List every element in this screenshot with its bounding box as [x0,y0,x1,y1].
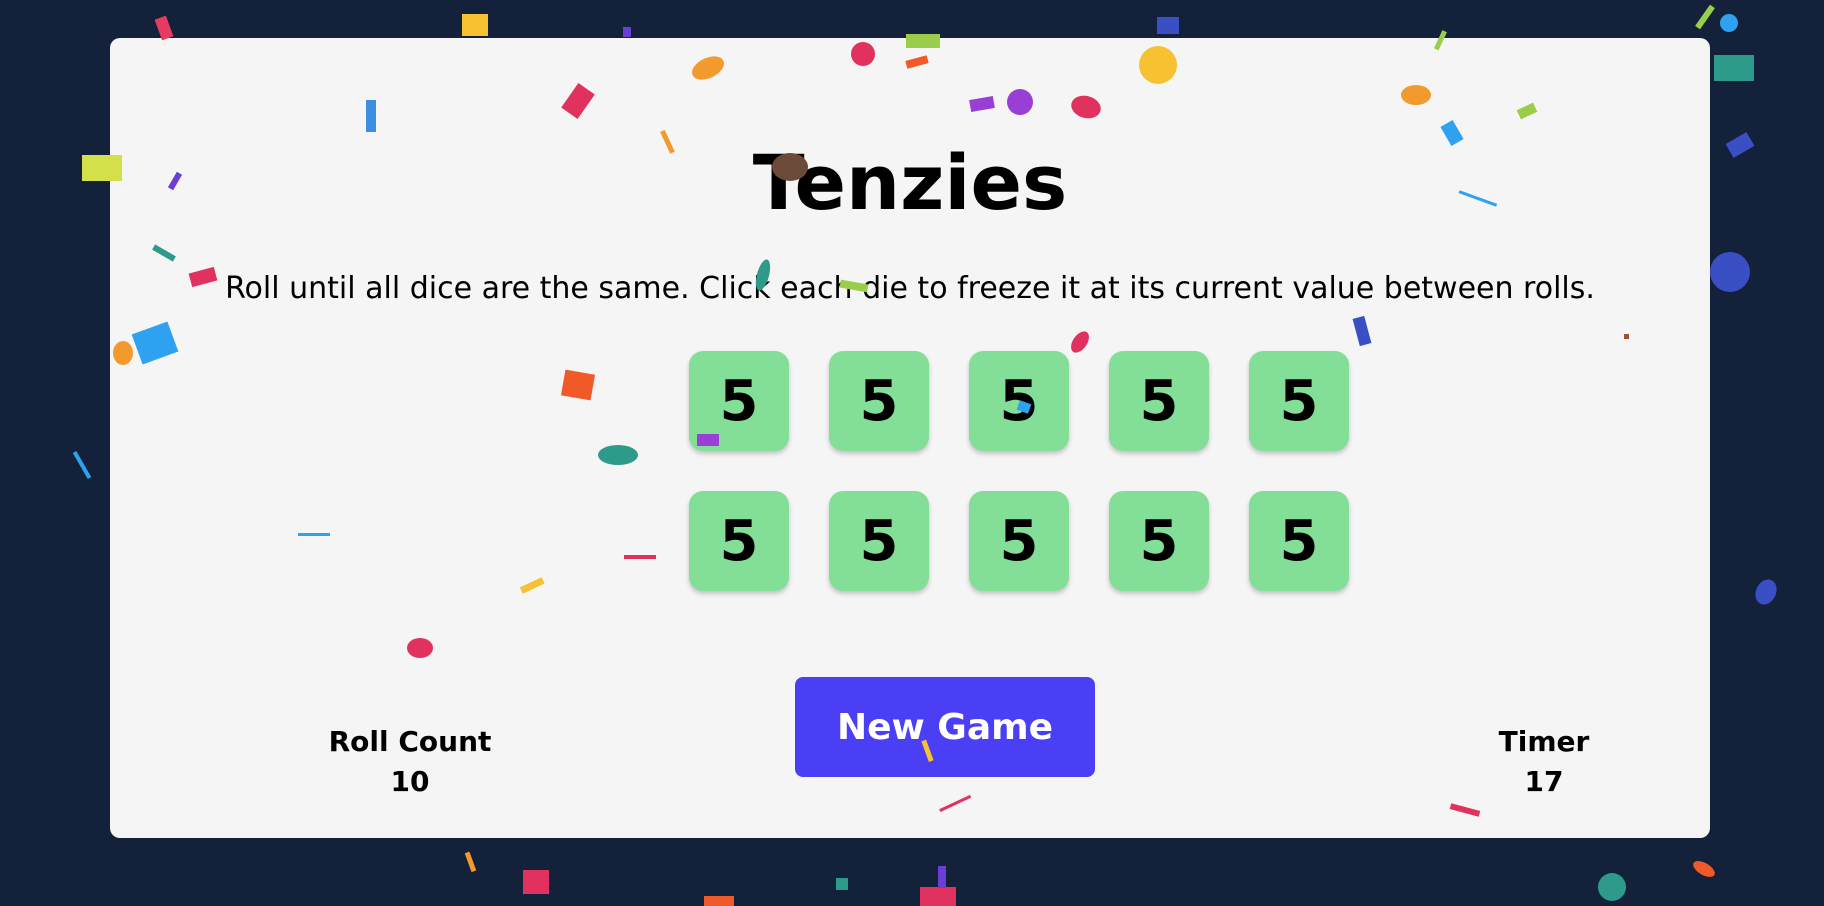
die[interactable]: 5 [1249,491,1349,591]
confetti-piece [704,896,734,906]
die[interactable]: 5 [1109,491,1209,591]
confetti-piece [1755,579,1777,605]
timer-value: 17 [1524,765,1564,798]
die[interactable]: 5 [689,351,789,451]
game-title: Tenzies [752,138,1068,227]
roll-count-label: Roll Count [328,725,492,758]
die[interactable]: 5 [1109,351,1209,451]
confetti-piece [938,866,946,888]
die[interactable]: 5 [1249,351,1349,451]
game-panel: Tenzies Roll until all dice are the same… [110,38,1710,838]
die[interactable]: 5 [969,351,1069,451]
confetti-piece [1693,861,1715,877]
die[interactable]: 5 [829,351,929,451]
die[interactable]: 5 [829,491,929,591]
confetti-piece [464,851,477,873]
confetti-piece [462,14,488,36]
die[interactable]: 5 [969,491,1069,591]
confetti-piece [1725,132,1755,158]
confetti-piece [1598,873,1626,901]
confetti-piece [523,870,549,894]
roll-count: Roll Count 10 [290,722,530,802]
confetti-piece [920,887,956,906]
confetti-piece [1710,252,1750,292]
confetti-piece [154,15,174,41]
roll-count-value: 10 [390,765,430,798]
game-stage: Tenzies Roll until all dice are the same… [0,0,1824,906]
confetti-piece [1720,14,1738,32]
new-game-button[interactable]: New Game [795,677,1095,777]
confetti-piece [623,27,631,37]
game-instructions: Roll until all dice are the same. Click … [225,271,1595,306]
timer: Timer 17 [1424,722,1664,802]
confetti-piece [1157,17,1179,34]
confetti-piece [1695,4,1715,30]
confetti-piece [836,878,848,890]
confetti-piece [1714,55,1754,81]
dice-grid: 5 5 5 5 5 5 5 5 5 5 [689,351,1351,593]
timer-label: Timer [1498,725,1590,758]
confetti-piece [72,451,92,479]
die[interactable]: 5 [689,491,789,591]
